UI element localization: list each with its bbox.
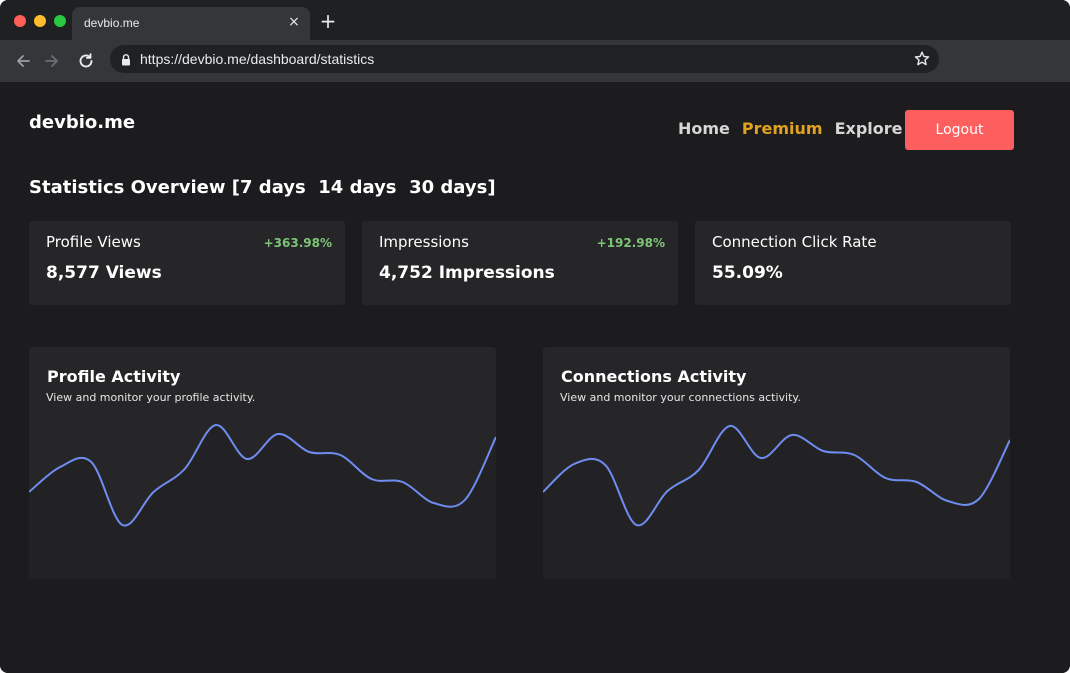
range-close-bracket: ]	[487, 177, 496, 198]
stat-label: Profile Views	[46, 233, 141, 251]
url-text[interactable]: https://devbio.me/dashboard/statistics	[140, 51, 374, 67]
profile-views-card: Profile Views +363.98% 8,577 Views	[29, 221, 345, 305]
stat-value: 55.09%	[712, 263, 783, 283]
range-14-days[interactable]: 14 days	[318, 177, 396, 198]
range-open-bracket: [	[231, 177, 241, 198]
tab-close-icon[interactable]: ×	[286, 14, 302, 30]
bookmark-star-icon[interactable]	[913, 50, 931, 68]
stat-change-badge: +192.98%	[596, 236, 665, 250]
statistics-overview-heading: Statistics Overview [ 7 days 14 days 30 …	[29, 177, 496, 198]
connection-click-rate-card: Connection Click Rate 55.09%	[695, 221, 1011, 305]
range-7-days[interactable]: 7 days	[240, 177, 306, 198]
chart-title: Profile Activity	[47, 367, 181, 386]
maximize-window-button[interactable]	[54, 15, 66, 27]
minimize-window-button[interactable]	[34, 15, 46, 27]
connections-activity-card: Connections Activity View and monitor yo…	[543, 347, 1010, 579]
back-arrow-icon[interactable]	[12, 50, 34, 72]
forward-arrow-icon[interactable]	[41, 50, 63, 72]
overview-title: Statistics Overview	[29, 177, 226, 198]
nav-explore-link[interactable]: Explore	[835, 119, 903, 141]
stat-label: Connection Click Rate	[712, 233, 877, 251]
lock-icon	[120, 52, 132, 66]
stat-value: 8,577 Views	[46, 263, 162, 283]
stat-change-badge: +363.98%	[263, 236, 332, 250]
browser-tab[interactable]: devbio.me ×	[72, 7, 310, 40]
logout-button[interactable]: Logout	[905, 110, 1014, 150]
stat-label: Impressions	[379, 233, 469, 251]
brand-logo[interactable]: devbio.me	[29, 112, 135, 133]
new-tab-icon[interactable]: +	[318, 11, 338, 31]
reload-icon[interactable]	[75, 50, 97, 72]
tab-title: devbio.me	[84, 16, 140, 30]
range-30-days[interactable]: 30 days	[409, 177, 487, 198]
browser-toolbar: https://devbio.me/dashboard/statistics	[0, 40, 1070, 82]
address-bar[interactable]: https://devbio.me/dashboard/statistics	[110, 45, 939, 73]
impressions-card: Impressions +192.98% 4,752 Impressions	[362, 221, 678, 305]
main-nav: Home Premium Explore	[678, 119, 903, 141]
profile-activity-card: Profile Activity View and monitor your p…	[29, 347, 496, 579]
browser-window: devbio.me × + https://devbio.me/dashboar…	[0, 0, 1070, 673]
nav-home-link[interactable]: Home	[678, 119, 730, 141]
nav-premium-link[interactable]: Premium	[742, 119, 823, 141]
chart-subtitle: View and monitor your connections activi…	[560, 391, 801, 404]
dashboard-page: devbio.me Home Premium Explore Logout St…	[0, 82, 1070, 673]
chart-subtitle: View and monitor your profile activity.	[46, 391, 256, 404]
stat-value: 4,752 Impressions	[379, 263, 555, 283]
close-window-button[interactable]	[14, 15, 26, 27]
tab-bar: devbio.me × +	[0, 0, 1070, 40]
chart-title: Connections Activity	[561, 367, 747, 386]
